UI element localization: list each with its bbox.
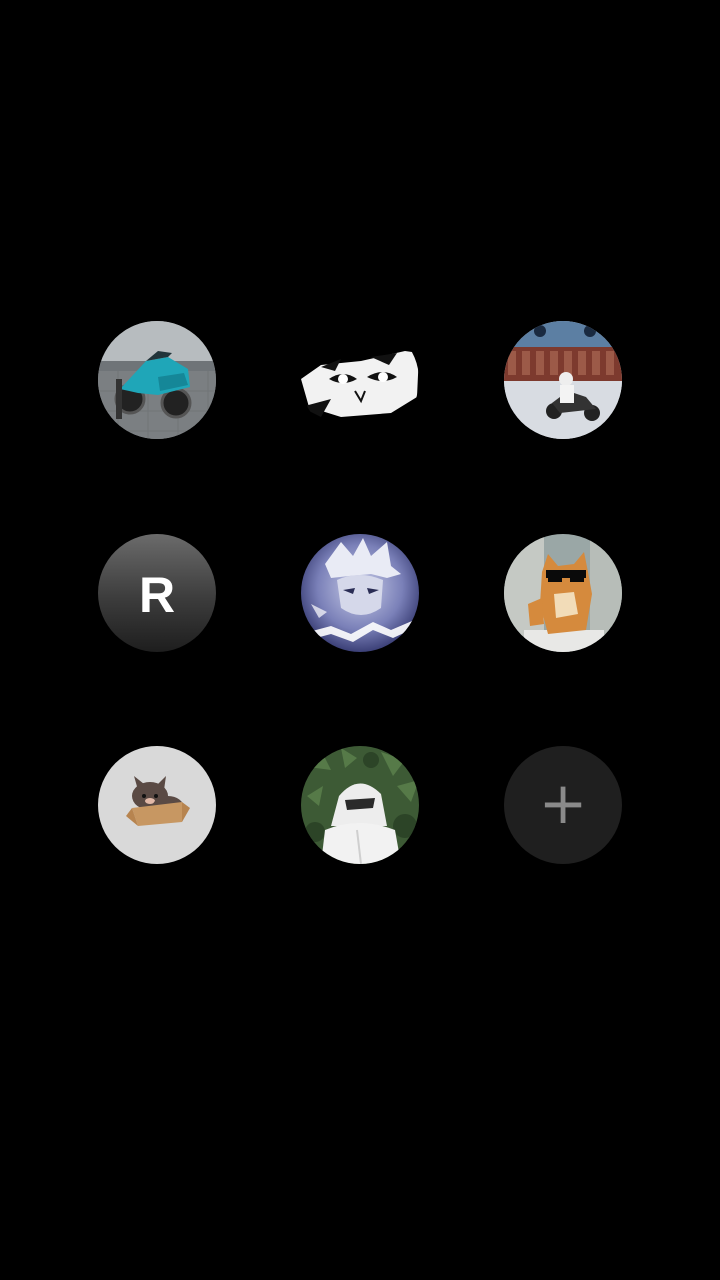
anime-eyes-photo: [301, 321, 419, 439]
scooter-photo: [504, 321, 622, 439]
anime-lightning-photo: [301, 534, 419, 652]
plus-icon: +: [538, 769, 588, 837]
profile-avatar-cat-sunglasses[interactable]: [504, 534, 622, 652]
motorcycle-photo: [98, 321, 216, 439]
cat-in-box-photo: [98, 746, 216, 864]
avatar-initial: R: [138, 567, 176, 623]
profile-avatar-cat-in-box[interactable]: [98, 746, 216, 864]
profile-avatar-scooter[interactable]: [504, 321, 622, 439]
profile-avatar-anime-eyes[interactable]: [301, 321, 419, 439]
profile-avatar-hooded-person[interactable]: [301, 746, 419, 864]
hooded-person-photo: [301, 746, 419, 864]
profile-avatar-letter[interactable]: R: [98, 534, 216, 652]
add-profile-button[interactable]: +: [504, 746, 622, 864]
profile-avatar-anime-lightning[interactable]: [301, 534, 419, 652]
cat-sunglasses-photo: [504, 534, 622, 652]
profile-avatar-motorcycle[interactable]: [98, 321, 216, 439]
profile-switcher-grid: R +: [0, 0, 720, 1280]
